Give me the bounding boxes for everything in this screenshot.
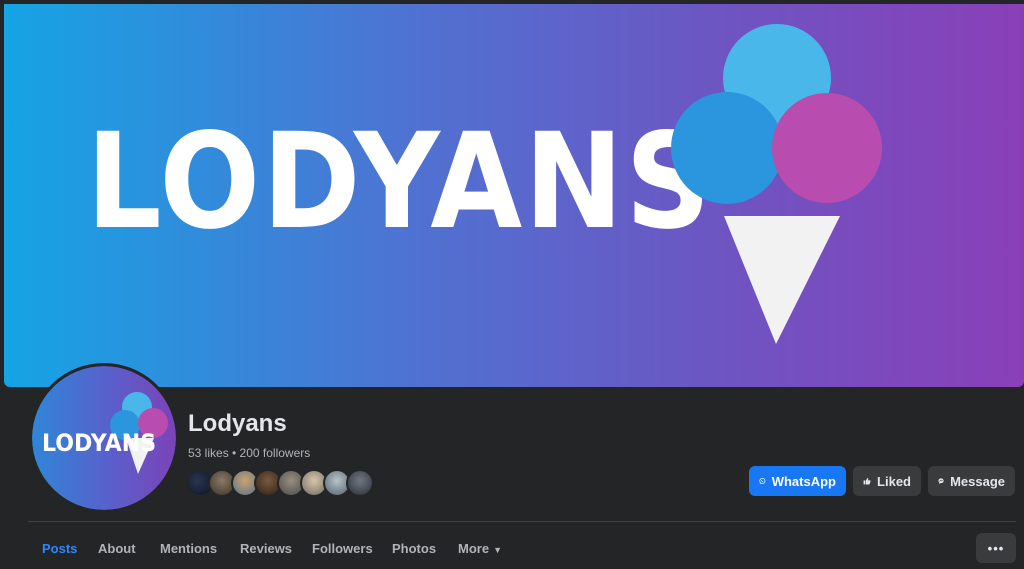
liked-label: Liked xyxy=(877,473,911,489)
tab-posts[interactable]: Posts xyxy=(42,530,77,567)
tab-label: More xyxy=(458,541,490,556)
tab-label: Followers xyxy=(312,541,373,556)
tab-reviews[interactable]: Reviews xyxy=(240,530,292,567)
tab-label: Mentions xyxy=(160,541,218,556)
ice-cream-logo-icon xyxy=(671,24,882,344)
avatar-logo-text: LODYANS xyxy=(42,429,157,457)
more-options-button[interactable]: ••• xyxy=(976,533,1016,563)
tab-more[interactable]: More ▼ xyxy=(458,530,502,567)
liked-button[interactable]: Liked xyxy=(853,466,921,496)
page-stats[interactable]: 53 likes • 200 followers xyxy=(188,446,310,460)
tab-followers[interactable]: Followers xyxy=(312,530,373,567)
more-options-icon: ••• xyxy=(987,540,1005,556)
tab-label: About xyxy=(98,541,136,556)
message-button[interactable]: Message xyxy=(928,466,1015,496)
message-label: Message xyxy=(950,473,1005,489)
thumbs-up-icon xyxy=(863,477,871,485)
tab-about[interactable]: About xyxy=(98,530,136,567)
whatsapp-label: WhatsApp xyxy=(771,473,836,489)
cover-logo-text: LODYANS xyxy=(86,105,713,259)
tab-label: Posts xyxy=(42,541,78,556)
caret-down-icon: ▼ xyxy=(493,545,502,555)
tab-mentions[interactable]: Mentions xyxy=(160,530,217,567)
page-title[interactable]: Lodyans xyxy=(188,410,287,438)
whatsapp-button[interactable]: WhatsApp xyxy=(749,466,846,496)
follower-avatar[interactable] xyxy=(346,469,374,497)
tab-label: Reviews xyxy=(240,541,293,556)
tab-photos[interactable]: Photos xyxy=(392,530,436,567)
whatsapp-icon xyxy=(759,478,766,484)
tab-label: Photos xyxy=(392,541,437,556)
messenger-icon xyxy=(938,478,944,484)
cover-photo[interactable]: LODYANS xyxy=(4,4,1024,387)
page-avatar[interactable]: LODYANS xyxy=(29,363,179,513)
divider xyxy=(28,521,1016,522)
